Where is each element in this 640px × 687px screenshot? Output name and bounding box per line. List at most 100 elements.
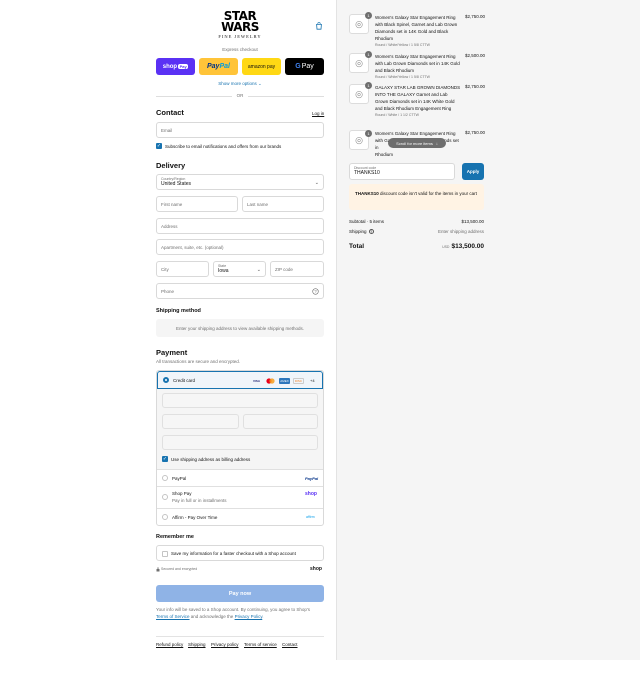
item-variant: Round / White/Yellow / 1 5/8 CTTW — [375, 75, 430, 79]
state-value: Iowa — [218, 268, 229, 274]
subtotal-row: Subtotal · 5 items $13,500.00 — [349, 219, 484, 224]
discover-icon: DISC — [293, 378, 304, 384]
item-title-tail: Rhodium — [375, 152, 394, 157]
shipping-label: Shipping — [349, 229, 367, 234]
visa-icon: VISA — [252, 379, 260, 383]
shop-logo-small: shop — [310, 566, 322, 572]
card-number-field[interactable] — [162, 393, 318, 408]
login-link[interactable]: Log in — [312, 111, 324, 116]
shipping-row: Shipping ? Enter shipping address — [349, 229, 484, 234]
phone-field[interactable]: Phone ? — [156, 283, 324, 299]
google-pay-button[interactable]: G Pay — [285, 58, 324, 75]
amazon-pay-text: amazon pay — [247, 63, 276, 70]
shipping-value: Enter shipping address — [437, 229, 484, 234]
cart-item: ◎ 1 Women's Galaxy Star Engagement Ring … — [349, 12, 485, 48]
logo-line-2: WARS — [221, 19, 259, 35]
privacy-policy-link[interactable]: Privacy policy — [211, 642, 239, 647]
subtotal-value: $13,500.00 — [461, 219, 484, 224]
paypal-radio[interactable] — [162, 475, 168, 481]
item-price: $2,750.00 — [464, 130, 485, 135]
secured-label: Secured and encrypted — [161, 567, 198, 571]
paypal-logo: PayPal — [305, 476, 319, 481]
delivery-heading: Delivery — [156, 161, 186, 170]
chevron-down-icon: ⌄ — [256, 267, 261, 273]
item-variant: Round / White/Yellow / 1 5/8 CTTW — [375, 43, 430, 47]
discount-code-field[interactable]: Discount code THANKS10 — [349, 163, 455, 180]
credit-card-option[interactable]: Credit card VISA AMEX DISC +4 — [157, 371, 323, 389]
star-wars-logo[interactable]: STAR WARS FINE JEWELRY — [212, 10, 268, 39]
item-name: Women's Galaxy Star Engagement Ring with… — [375, 53, 461, 80]
subscribe-checkbox[interactable]: ✓ — [156, 143, 162, 149]
show-more-options-link[interactable]: Show more options ⌄ — [156, 81, 324, 87]
shipping-method-heading: Shipping method — [156, 308, 201, 314]
remember-me-box[interactable]: Save my information for a faster checkou… — [156, 545, 324, 561]
last-name-field[interactable]: Last name — [242, 196, 324, 212]
shop-pay-button[interactable]: shop Pay — [156, 58, 195, 75]
terms-of-service-link[interactable]: Terms of service — [244, 642, 277, 647]
contact-heading: Contact — [156, 108, 184, 117]
lock-icon — [156, 567, 160, 572]
security-code-field[interactable] — [243, 414, 318, 429]
billing-same-checkbox[interactable]: ✓ — [162, 456, 168, 462]
zip-placeholder: ZIP code — [275, 266, 293, 272]
total-value: $13,500.00 — [451, 243, 484, 250]
help-circle-icon[interactable]: ? — [312, 288, 319, 295]
card-details-area: ✓ Use shipping address as billing addres… — [157, 389, 323, 469]
save-info-checkbox[interactable] — [162, 551, 168, 557]
address-field[interactable]: Address — [156, 218, 324, 234]
cart-item: ◎ 1 GALAXY STAR LAB GROWN DIAMONDS INTO … — [349, 82, 485, 124]
shop-terms-link[interactable]: Terms of Service — [156, 614, 190, 619]
country-select[interactable]: Country/Region United States ⌄ — [156, 174, 324, 190]
email-field[interactable]: Email — [156, 122, 324, 138]
apartment-field[interactable]: Apartment, suite, etc. (optional) — [156, 239, 324, 255]
last-name-placeholder: Last name — [247, 201, 269, 207]
state-select[interactable]: State Iowa ⌄ — [213, 261, 266, 277]
express-checkout-label: Express checkout — [222, 47, 258, 52]
payment-heading: Payment — [156, 348, 188, 357]
affirm-option[interactable]: Affirm - Pay Over Time affirm — [157, 508, 323, 525]
shopping-bag-icon[interactable] — [315, 22, 323, 30]
apply-label: Apply — [466, 169, 480, 174]
apply-discount-button[interactable]: Apply — [462, 163, 484, 180]
help-circle-icon[interactable]: ? — [368, 229, 374, 234]
svg-text:?: ? — [314, 289, 317, 294]
shipping-link[interactable]: Shipping — [188, 642, 206, 647]
address-placeholder: Address — [161, 223, 178, 229]
shop-pay-text: shop — [162, 63, 178, 70]
affirm-logo: affirm — [306, 515, 315, 519]
shop-privacy-link[interactable]: Privacy Policy — [235, 614, 263, 619]
credit-card-radio[interactable] — [163, 377, 169, 383]
paypal-option[interactable]: PayPal PayPal — [157, 469, 323, 486]
save-info-label: Save my information for a faster checkou… — [171, 550, 296, 556]
name-on-card-field[interactable] — [162, 435, 318, 450]
shop-pay-option[interactable]: Shop Pay Pay in full or in installments … — [157, 486, 323, 508]
pay-now-button[interactable]: Pay now — [156, 585, 324, 602]
amex-icon: AMEX — [279, 378, 290, 384]
item-price: $2,750.00 — [464, 84, 485, 89]
affirm-label: Affirm - Pay Over Time — [172, 515, 218, 520]
first-name-field[interactable]: First name — [156, 196, 238, 212]
amazon-pay-button[interactable]: amazon pay — [242, 58, 281, 75]
legal-line-2: Terms of Service and acknowledge the Pri… — [156, 614, 264, 619]
quantity-badge: 1 — [365, 130, 372, 137]
contact-link[interactable]: Contact — [282, 642, 298, 647]
zip-field[interactable]: ZIP code — [270, 261, 324, 277]
shipping-method-message: Enter your shipping address to view avai… — [175, 325, 305, 331]
scroll-tip-label: Scroll for more items — [396, 140, 433, 146]
cart-item: ◎ 1 Women's Galaxy Star Engagement Ring … — [349, 51, 485, 81]
refund-policy-link[interactable]: Refund policy — [156, 642, 183, 647]
scroll-for-more-button[interactable]: Scroll for more items ↓ — [388, 138, 446, 148]
payment-subtitle: All transactions are secure and encrypte… — [156, 359, 241, 364]
quantity-badge: 1 — [365, 12, 372, 19]
shop-pay-radio[interactable] — [162, 494, 168, 500]
paypal-button[interactable]: Pay Pal — [199, 58, 238, 75]
expiration-field[interactable] — [162, 414, 239, 429]
item-price: $2,500.00 — [464, 53, 485, 58]
affirm-radio[interactable] — [162, 514, 168, 520]
paypal-pay-text: Pay — [207, 63, 220, 70]
warning-text: discount code isn't valid for the items … — [378, 191, 477, 196]
item-title: Women's Galaxy Star Engagement Ring with… — [375, 54, 460, 73]
city-field[interactable]: City — [156, 261, 209, 277]
footer-divider — [156, 636, 324, 637]
phone-placeholder: Phone — [161, 288, 175, 294]
